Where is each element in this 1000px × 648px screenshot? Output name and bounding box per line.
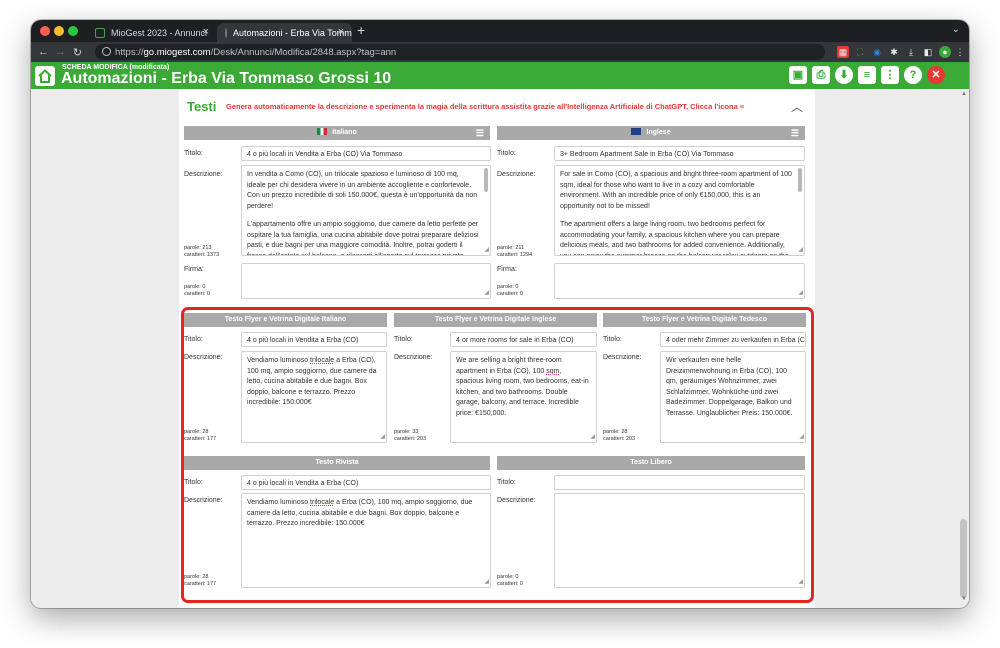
resize-grip-icon[interactable]: ◢ xyxy=(798,245,803,256)
parole-count: parole: 0 xyxy=(184,284,206,290)
italiano-titolo-input[interactable]: 4 o più locali in Vendita a Erba (CO) Vi… xyxy=(241,146,491,161)
home-icon xyxy=(38,69,52,83)
column-title: Inglese xyxy=(646,129,671,136)
firma-label: Firma: xyxy=(497,266,517,273)
italiano-firma-textarea[interactable]: ◢ xyxy=(241,263,491,299)
print-button[interactable]: ⎙ xyxy=(812,66,830,84)
close-window-button[interactable] xyxy=(40,26,50,36)
tab-strip: MioGest 2023 - Annunci × Automazioni - E… xyxy=(31,20,969,42)
word-count: parole: 213 caratteri: 1373 xyxy=(184,245,219,259)
italiano-descrizione-textarea[interactable]: In vendita a Como (CO), un trilocale spa… xyxy=(241,165,491,256)
download-icon[interactable]: ⤓ xyxy=(905,46,917,58)
uk-flag-icon xyxy=(631,128,642,135)
more-options-button[interactable]: ⋮ xyxy=(881,66,899,84)
main-content: ▲ ▼ Testi Genera automaticamente la desc… xyxy=(31,89,969,608)
word-count: parole: 0 caratteri: 0 xyxy=(184,284,210,298)
page-scrollbar[interactable] xyxy=(960,519,967,598)
italiano-column-header: Italiano ☰ xyxy=(184,126,490,140)
resize-grip-icon[interactable]: ◢ xyxy=(484,288,489,299)
side-panel-icon[interactable]: ◧ xyxy=(922,46,934,58)
caratteri-count: caratteri: 1294 xyxy=(497,252,533,258)
descrizione-label: Descrizione: xyxy=(497,171,536,178)
loading-favicon-icon xyxy=(225,27,227,38)
extension-icon[interactable]: ▦ xyxy=(837,46,849,58)
word-count: parole: 0 caratteri: 0 xyxy=(497,284,523,298)
italy-flag-icon xyxy=(317,128,328,135)
resize-grip-icon[interactable]: ◢ xyxy=(484,245,489,256)
resize-grip-icon[interactable]: ◢ xyxy=(798,288,803,299)
close-tab-icon[interactable]: × xyxy=(338,26,344,38)
inglese-descrizione-textarea[interactable]: For sale in Como (CO), a spacious and br… xyxy=(554,165,805,256)
parole-count: parole: 213 xyxy=(184,245,212,251)
profile-avatar-icon[interactable]: ● xyxy=(939,46,951,58)
titolo-label: Titolo: xyxy=(497,150,516,157)
inglese-column-header: Inglese ☰ xyxy=(497,126,805,140)
parole-count: parole: 0 xyxy=(497,284,519,290)
tab-label: Automazioni - Erba Via Tomma xyxy=(233,27,352,38)
browser-tab-automazioni[interactable]: Automazioni - Erba Via Tomma × xyxy=(217,23,352,42)
column-title: Italiano xyxy=(332,129,357,136)
descrizione-paragraph: L'appartamento offre un ampio soggiorno,… xyxy=(247,221,479,256)
new-tab-icon[interactable]: + xyxy=(357,22,365,38)
caratteri-count: caratteri: 0 xyxy=(497,291,523,297)
textarea-scrollbar[interactable] xyxy=(484,168,488,192)
zoom-window-button[interactable] xyxy=(68,26,78,36)
descrizione-label: Descrizione: xyxy=(184,171,223,178)
url-path: /Desk/Annunci/Modifica/2848.aspx?tag=ann xyxy=(210,46,397,58)
forward-arrow-icon[interactable]: → xyxy=(52,46,69,58)
inglese-titolo-input[interactable]: 3+ Bedroom Apartment Sale in Erba (CO) V… xyxy=(554,146,805,161)
extensions-puzzle-icon[interactable]: ✱ xyxy=(888,46,900,58)
site-info-icon[interactable] xyxy=(102,47,111,56)
save-button[interactable]: ▣ xyxy=(789,66,807,84)
descrizione-paragraph: In vendita a Como (CO), un trilocale spa… xyxy=(247,171,478,210)
miogest-favicon-icon xyxy=(95,27,105,38)
app-header: SCHEDA MODIFICA (modificata) Automazioni… xyxy=(31,62,969,89)
url-host: go.miogest.com xyxy=(143,46,211,58)
url-prefix: https:// xyxy=(115,46,144,58)
descrizione-paragraph: The apartment offers a large living room… xyxy=(560,221,789,256)
browser-menu-icon[interactable]: ⋮ xyxy=(954,46,966,58)
back-arrow-icon[interactable]: ← xyxy=(35,46,52,58)
browser-window: MioGest 2023 - Annunci × Automazioni - E… xyxy=(31,20,969,608)
minimize-window-button[interactable] xyxy=(54,26,64,36)
highlight-annotation xyxy=(181,307,814,603)
scroll-up-arrow-icon[interactable]: ▲ xyxy=(961,91,967,97)
list-menu-button[interactable]: ≡ xyxy=(858,66,876,84)
parole-count: parole: 211 xyxy=(497,245,525,251)
browser-toolbar: ← → ↻ https://go.miogest.com/Desk/Annunc… xyxy=(31,42,969,62)
tab-label: MioGest 2023 - Annunci xyxy=(111,27,208,38)
firma-label: Firma: xyxy=(184,266,204,273)
close-button[interactable]: ✕ xyxy=(927,66,945,84)
chatgpt-menu-icon[interactable]: ☰ xyxy=(476,126,484,140)
chatgpt-menu-icon[interactable]: ☰ xyxy=(791,126,799,140)
address-bar[interactable]: https://go.miogest.com/Desk/Annunci/Modi… xyxy=(95,44,825,60)
extension-icon[interactable]: ◉ xyxy=(871,46,883,58)
caratteri-count: caratteri: 0 xyxy=(184,291,210,297)
chatgpt-hint: Genera automaticamente la descrizione e … xyxy=(226,102,745,111)
download-button[interactable]: ⬇ xyxy=(835,66,853,84)
inglese-firma-textarea[interactable]: ◢ xyxy=(554,263,805,299)
caratteri-count: caratteri: 1373 xyxy=(184,252,220,258)
titolo-label: Titolo: xyxy=(184,150,203,157)
descrizione-paragraph: For sale in Como (CO), a spacious and br… xyxy=(560,171,792,210)
help-button[interactable]: ? xyxy=(904,66,922,84)
scroll-down-arrow-icon[interactable]: ▼ xyxy=(961,596,967,602)
section-title: Testi xyxy=(187,99,217,114)
word-count: parole: 211 caratteri: 1294 xyxy=(497,245,532,259)
home-button[interactable] xyxy=(35,66,55,86)
close-tab-icon[interactable]: × xyxy=(203,26,209,38)
extension-icon[interactable]: ⛶ xyxy=(854,46,866,58)
browser-tab-annunci[interactable]: MioGest 2023 - Annunci × xyxy=(87,23,217,42)
textarea-scrollbar[interactable] xyxy=(798,168,802,192)
collapse-chevron-icon[interactable]: ︿ xyxy=(791,98,803,115)
reload-icon[interactable]: ↻ xyxy=(69,46,86,59)
tab-search-chevron-icon[interactable]: ⌄ xyxy=(952,24,960,35)
page-title: Automazioni - Erba Via Tommaso Grossi 10 xyxy=(61,70,392,87)
